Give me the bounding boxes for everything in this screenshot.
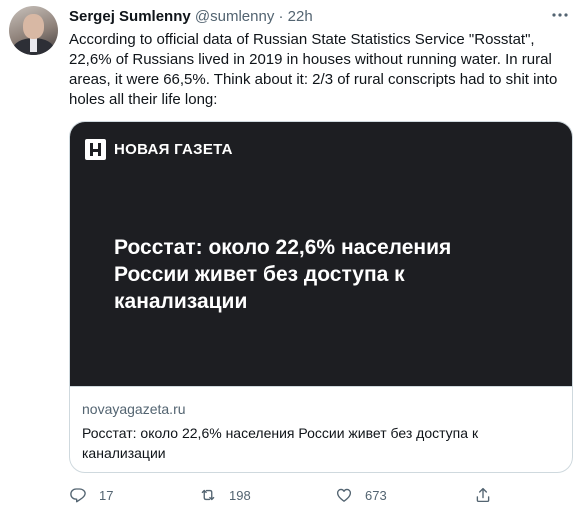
avatar[interactable] bbox=[9, 6, 58, 55]
tweet-text-line: According to official data of Russian St… bbox=[69, 31, 535, 48]
author-handle[interactable]: @sumlenny bbox=[195, 8, 274, 25]
card-title-line: канализации bbox=[82, 445, 166, 461]
link-card[interactable]: НОВАЯ ГАЗЕТА Росстат: около 22,6% населе… bbox=[69, 121, 573, 473]
share-button[interactable] bbox=[474, 484, 492, 506]
tweet-timestamp[interactable]: 22h bbox=[288, 8, 313, 25]
like-button[interactable]: 673 bbox=[335, 484, 387, 506]
card-headline-line: России живет без доступа к bbox=[114, 263, 405, 286]
card-title-line: Росстат: около 22,6% населения России жи… bbox=[82, 425, 479, 441]
card-headline-line: канализации bbox=[114, 290, 248, 313]
avatar-shirt bbox=[30, 38, 37, 52]
author-name[interactable]: Sergej Sumlenny bbox=[69, 8, 191, 25]
separator-dot: · bbox=[278, 8, 284, 25]
tweet-actions: 17 198 673 bbox=[69, 484, 569, 506]
retweet-icon bbox=[201, 489, 215, 501]
card-meta[interactable]: novayagazeta.ru Росстат: около 22,6% нас… bbox=[70, 386, 572, 472]
card-headline: Росстат: около 22,6% населения России жи… bbox=[114, 234, 534, 315]
retweet-button[interactable]: 198 bbox=[199, 484, 251, 506]
reply-icon bbox=[70, 488, 86, 503]
tweet-header: Sergej Sumlenny @sumlenny · 22h bbox=[69, 8, 313, 25]
logo-crossbar bbox=[90, 149, 101, 152]
like-count: 673 bbox=[365, 487, 387, 503]
card-image[interactable]: НОВАЯ ГАЗЕТА Росстат: около 22,6% населе… bbox=[70, 122, 572, 386]
tweet-text-line: areas, it were 66,5%. Think about it: 2/… bbox=[69, 71, 558, 88]
share-icon bbox=[476, 487, 490, 503]
card-brand: НОВАЯ ГАЗЕТА bbox=[114, 141, 233, 158]
card-domain: novayagazeta.ru bbox=[82, 401, 186, 417]
reply-count: 17 bbox=[99, 487, 114, 503]
tweet-text-line: holes all their life long: bbox=[69, 91, 218, 108]
tweet[interactable]: Sergej Sumlenny @sumlenny · 22h Accordin… bbox=[0, 0, 582, 512]
reply-button[interactable]: 17 bbox=[69, 484, 113, 506]
retweet-count: 198 bbox=[229, 487, 251, 503]
card-title: Росстат: около 22,6% населения России жи… bbox=[82, 423, 552, 463]
tweet-text-line: 22,6% of Russians lived in 2019 in house… bbox=[69, 51, 552, 68]
avatar-face bbox=[23, 14, 44, 39]
card-headline-line: Росстат: около 22,6% населения bbox=[114, 236, 452, 259]
more-icon[interactable] bbox=[551, 6, 569, 24]
tweet-text: According to official data of Russian St… bbox=[69, 30, 564, 110]
heart-icon bbox=[336, 488, 352, 502]
